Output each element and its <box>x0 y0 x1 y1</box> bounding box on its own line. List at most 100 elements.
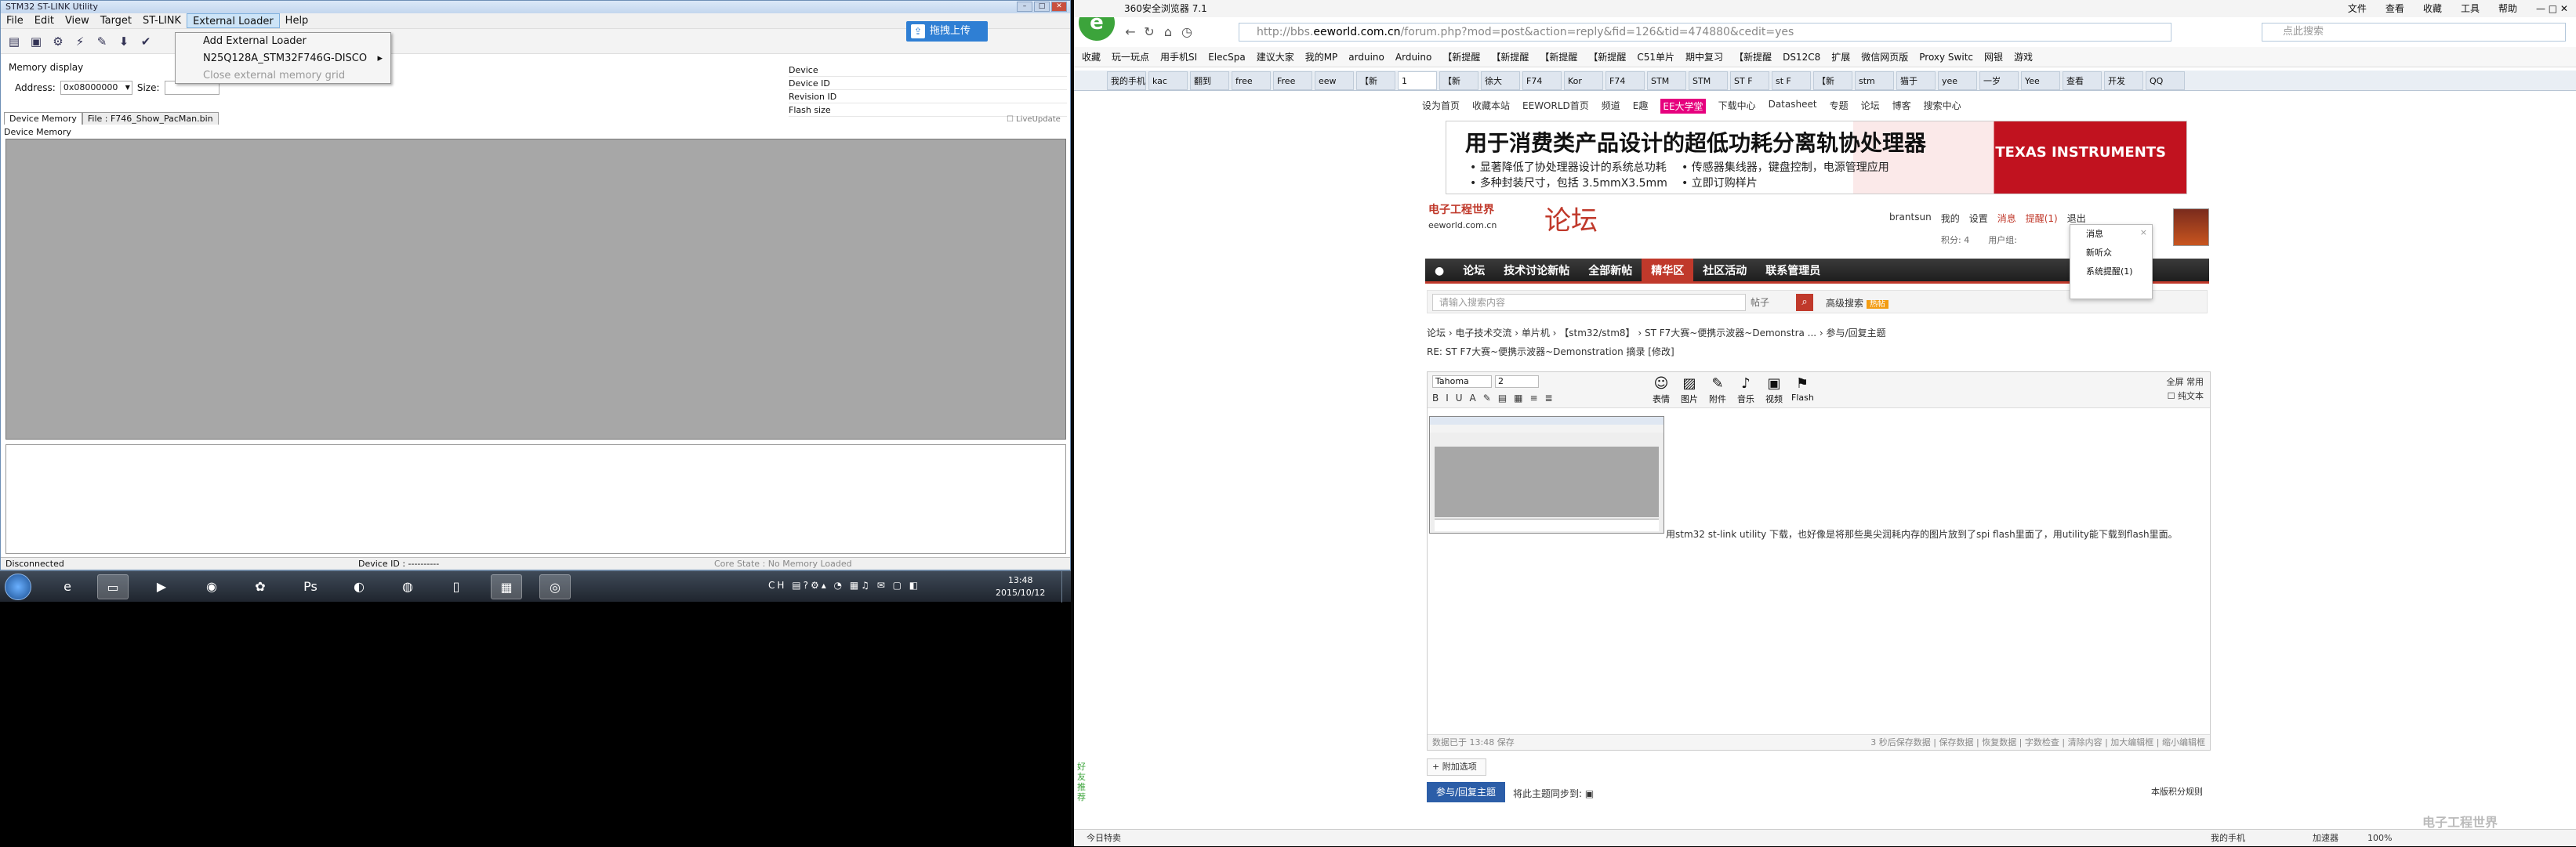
nav-item[interactable]: 论坛 <box>1453 259 1494 281</box>
submit-reply-button[interactable]: 参与/回复主题 <box>1427 782 1505 802</box>
menu-view[interactable]: View <box>60 13 95 28</box>
browser-tab[interactable]: stm <box>1855 71 1894 90</box>
username[interactable]: brantsun <box>1889 212 1932 225</box>
browser-tab[interactable]: QQ <box>2146 71 2185 90</box>
menu-file[interactable]: File <box>1 13 29 28</box>
browser-tab[interactable]: 我的手机 <box>1107 71 1146 90</box>
program-icon[interactable]: ⬇ <box>115 33 132 50</box>
bookmark-item[interactable]: Proxy Switc <box>1919 47 1973 67</box>
bookmark-item[interactable]: 我的MP <box>1305 47 1338 67</box>
status-zoom[interactable]: 100% <box>2367 830 2392 847</box>
photoshop-icon[interactable]: Ps <box>295 574 326 599</box>
tab-file[interactable]: File : F746_Show_PacMan.bin <box>82 112 219 125</box>
image-button[interactable]: ▨ 图片 <box>1678 375 1700 405</box>
address-input[interactable]: 0x08000000 ▼ <box>60 81 132 95</box>
topbar-link[interactable]: 下载中心 <box>1718 99 1756 114</box>
nav-item-active[interactable]: 精华区 <box>1642 259 1694 281</box>
rules-link[interactable]: 本版积分规则 <box>2151 785 2203 798</box>
recommend-friend-button[interactable]: 好友推荐 <box>1077 762 1088 802</box>
emoji-button[interactable]: ☺ 表情 <box>1650 375 1672 405</box>
browser-tab[interactable]: 【新 <box>1439 71 1478 90</box>
menu-view[interactable]: 查看 <box>2386 0 2404 17</box>
user-link[interactable]: 设置 <box>1969 212 1988 225</box>
bookmark-item[interactable]: 【新提醒 <box>1734 47 1772 67</box>
avatar[interactable] <box>2173 208 2209 246</box>
save-icon[interactable]: ▣ <box>27 33 45 50</box>
menu-st-link[interactable]: ST-LINK <box>137 13 187 28</box>
browser-tab[interactable]: STM <box>1689 71 1728 90</box>
menu-n25q128a-loader[interactable]: N25Q128A_STM32F746G-DISCO ▸ <box>176 50 390 67</box>
live-update-checkbox[interactable]: ☐ LiveUpdate <box>1007 115 1061 124</box>
home-icon[interactable]: ● <box>1425 259 1453 281</box>
close-button[interactable]: ✕ <box>1051 2 1067 12</box>
bookmark-item[interactable]: 微信网页版 <box>1861 47 1908 67</box>
bookmark-item[interactable]: 网银 <box>1984 47 2003 67</box>
nav-item[interactable]: 全部新帖 <box>1579 259 1642 281</box>
nav-item[interactable]: 技术讨论新帖 <box>1494 259 1579 281</box>
bookmark-item[interactable]: 扩展 <box>1831 47 1850 67</box>
browser-360-icon[interactable]: ◐ <box>343 574 375 599</box>
editor-actions[interactable]: 3 秒后保存数据 | 保存数据 | 恢复数据 | 字数检查 | 清除内容 | 加… <box>1870 735 2205 751</box>
music-button[interactable]: ♪ 音乐 <box>1735 375 1757 405</box>
bookmark-item[interactable]: 【新提醒 <box>1491 47 1529 67</box>
menu-help[interactable]: 帮助 <box>2498 0 2517 17</box>
status-deals[interactable]: 今日特卖 <box>1087 830 1121 847</box>
menu-external-loader[interactable]: External Loader <box>187 13 280 28</box>
topbar-link[interactable]: EEWORLD首页 <box>1522 99 1589 114</box>
bookmark-item[interactable]: 玩一玩点 <box>1112 47 1149 67</box>
browser-tab[interactable]: 一岁 <box>1979 71 2019 90</box>
browser-tab[interactable]: F74 <box>1522 71 1562 90</box>
tab-device-memory[interactable]: Device Memory <box>4 112 82 125</box>
menu-add-external-loader[interactable]: Add External Loader <box>176 33 390 50</box>
user-link[interactable]: 我的 <box>1941 212 1960 225</box>
menu-help[interactable]: Help <box>280 13 314 28</box>
ad-banner[interactable]: 用于消费类产品设计的超低功耗分离轨协处理器 • 显著降低了协处理器设计的系统总功… <box>1446 121 2187 194</box>
logout-link[interactable]: 退出 <box>2067 212 2086 225</box>
pdf-icon[interactable]: ▯ <box>441 574 472 599</box>
browser-tab-active[interactable]: 1 <box>1398 71 1437 90</box>
connect-icon[interactable]: ⚙ <box>49 33 67 50</box>
browser-tab[interactable]: st F <box>1772 71 1811 90</box>
menu-favorites[interactable]: 收藏 <box>2423 0 2442 17</box>
app-green-icon[interactable]: ◍ <box>392 574 423 599</box>
tray-icons[interactable]: ▤?⚙▴ ◔ ▦♫ ✉ ▢ ◧ <box>792 580 920 591</box>
topbar-link[interactable]: 频道 <box>1602 99 1620 114</box>
topbar-link-highlight[interactable]: EE大学堂 <box>1660 99 1706 114</box>
stlink-utility-task-icon[interactable]: ◎ <box>539 574 571 599</box>
browser-tab[interactable]: 查看 <box>2063 71 2102 90</box>
search-icon[interactable]: ⌕ <box>1796 294 1813 311</box>
open-file-icon[interactable]: ▤ <box>5 33 23 50</box>
bookmark-item[interactable]: 用手机SI <box>1160 47 1197 67</box>
attachment-button[interactable]: ✎ 附件 <box>1707 375 1729 405</box>
topbar-link[interactable]: 论坛 <box>1861 99 1880 114</box>
menu-edit[interactable]: Edit <box>29 13 60 28</box>
topbar-link[interactable]: 收藏本站 <box>1472 99 1510 114</box>
nav-item[interactable]: 联系管理员 <box>1756 259 1830 281</box>
bookmark-item[interactable]: Arduino <box>1395 47 1431 67</box>
bookmark-item[interactable]: 【新提醒 <box>1442 47 1480 67</box>
credit-value[interactable]: 积分: 4 <box>1941 233 1969 246</box>
browser-tab[interactable]: Free <box>1273 71 1312 90</box>
browser-tab[interactable]: Yee <box>2021 71 2060 90</box>
bookmark-item[interactable]: C51单片 <box>1637 47 1674 67</box>
format-buttons[interactable]: BIUA✎▤▦≡≣ <box>1432 393 1560 404</box>
bookmark-item[interactable]: 【新提醒 <box>1588 47 1626 67</box>
network-app-icon[interactable]: ✿ <box>245 574 276 599</box>
window-controls[interactable]: — □ ✕ <box>2536 0 2568 17</box>
plaintext-checkbox[interactable]: ☐ 纯文本 <box>2167 389 2204 404</box>
browser-tab[interactable]: 【新 <box>1813 71 1852 90</box>
status-accelerator[interactable]: 加速器 <box>2313 830 2338 847</box>
disconnect-icon[interactable]: ⚡ <box>71 33 89 50</box>
breadcrumb[interactable]: 论坛 › 电子技术交流 › 单片机 › 【stm32/stm8】 › ST F7… <box>1427 326 1886 339</box>
browser-tab[interactable]: 开发 <box>2104 71 2143 90</box>
tray-lang[interactable]: CH <box>768 580 786 591</box>
notif-system[interactable]: 系统提醒(1) <box>2070 262 2152 281</box>
bookmark-item[interactable]: ElecSpa <box>1208 47 1245 67</box>
bookmark-item[interactable]: 【新提醒 <box>1540 47 1577 67</box>
start-button[interactable] <box>5 574 31 600</box>
embedded-screenshot[interactable] <box>1429 416 1664 534</box>
attach-options-button[interactable]: + 附加选项 <box>1427 758 1486 776</box>
browser-tab[interactable]: kac <box>1148 71 1188 90</box>
upload-button[interactable]: ⇪ 拖拽上传 <box>906 21 988 42</box>
advanced-search-link[interactable]: 高级搜索 热帖 <box>1826 296 1888 309</box>
